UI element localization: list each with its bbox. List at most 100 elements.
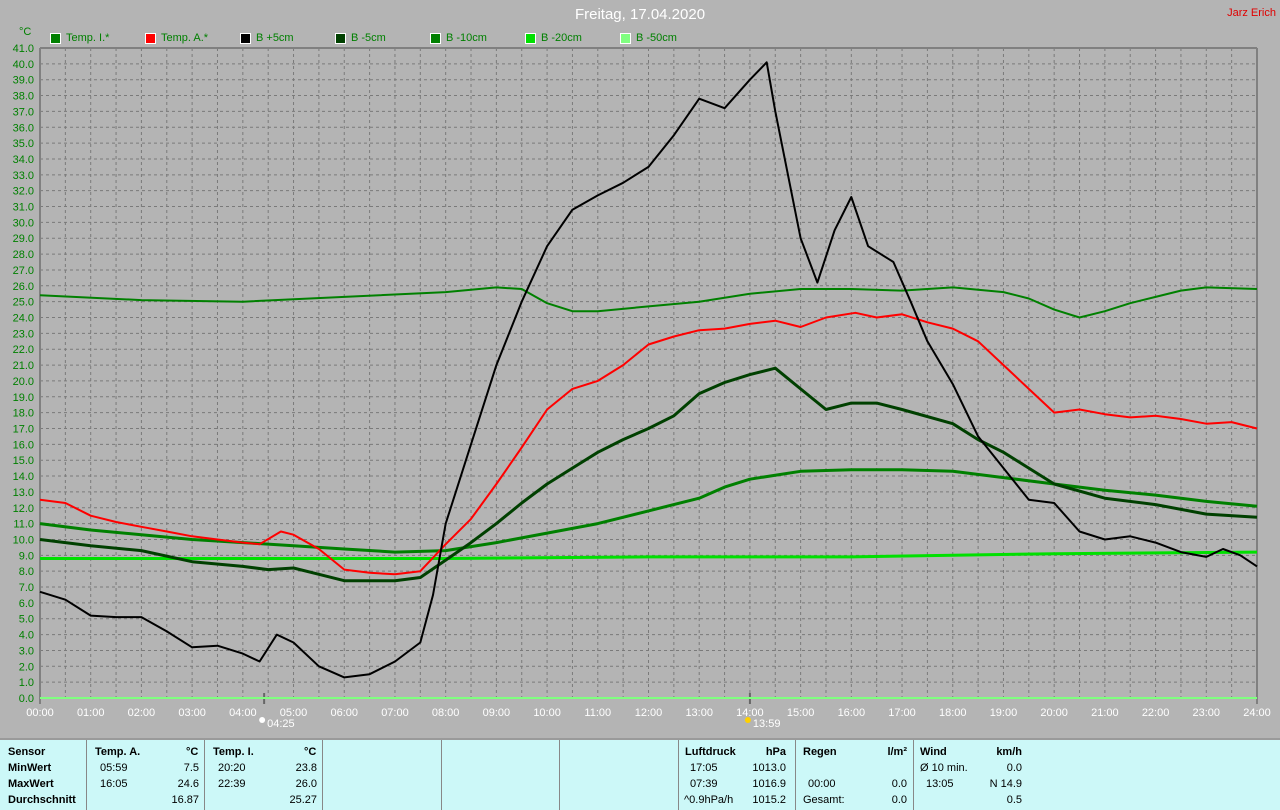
x-tick-label: 18:00 bbox=[939, 707, 967, 719]
y-tick-label: 29.0 bbox=[13, 233, 34, 245]
temp-i-header: Temp. I. bbox=[213, 746, 254, 758]
y-tick-label: 33.0 bbox=[13, 170, 34, 182]
marker-label: 04:25 bbox=[267, 718, 295, 730]
x-tick-label: 23:00 bbox=[1193, 707, 1221, 719]
y-tick-label: 0.0 bbox=[19, 693, 34, 705]
x-tick-label: 11:00 bbox=[584, 707, 611, 719]
y-tick-label: 24.0 bbox=[13, 313, 34, 325]
x-tick-label: 04:00 bbox=[229, 707, 257, 719]
x-tick-label: 20:00 bbox=[1040, 707, 1068, 719]
y-tick-label: 11.0 bbox=[13, 519, 34, 531]
y-tick-label: 1.0 bbox=[19, 677, 34, 689]
y-tick-label: 40.0 bbox=[13, 59, 34, 71]
wind-mean: 0.5 bbox=[1006, 794, 1022, 806]
y-tick-label: 37.0 bbox=[13, 106, 34, 118]
y-tick-label: 30.0 bbox=[13, 217, 34, 229]
rain-value: 0.0 bbox=[891, 778, 907, 790]
x-tick-label: 24:00 bbox=[1243, 707, 1271, 719]
x-tick-label: 22:00 bbox=[1142, 707, 1170, 719]
wind-avg-label: Ø 10 min. bbox=[920, 762, 968, 774]
y-tick-label: 17.0 bbox=[13, 423, 34, 435]
x-tick-label: 00:00 bbox=[26, 707, 54, 719]
wind-avg: 0.0 bbox=[1006, 762, 1022, 774]
x-tick-label: 08:00 bbox=[432, 707, 460, 719]
temp-i-unit: °C bbox=[304, 746, 317, 758]
y-tick-label: 35.0 bbox=[13, 138, 34, 150]
pressure-max: 1016.9 bbox=[752, 778, 786, 790]
sunset-icon bbox=[744, 717, 751, 723]
pressure-trend: ^0.9hPa/h bbox=[684, 794, 734, 806]
x-tick-label: 12:00 bbox=[635, 707, 663, 719]
chart-plot: 0.0 1.0 2.0 3.0 4.0 5.0 6.0 7.0 8.0 9.0 10.0 11.0 12… bbox=[13, 43, 1271, 730]
y-tick-label: 39.0 bbox=[13, 75, 34, 87]
x-tick-label: 02:00 bbox=[128, 707, 156, 719]
x-tick-label: 01:00 bbox=[77, 707, 105, 719]
avg-label: Durchschnitt bbox=[8, 794, 76, 806]
y-tick-label: 21.0 bbox=[13, 360, 34, 372]
wind-max: N 14.9 bbox=[989, 778, 1022, 790]
x-tick-label: 07:00 bbox=[381, 707, 409, 719]
temp-a-avg: 16.87 bbox=[171, 794, 199, 806]
y-tick-label: 28.0 bbox=[13, 249, 34, 261]
y-tick-label: 4.0 bbox=[19, 630, 34, 642]
y-tick-label: 12.0 bbox=[13, 503, 34, 515]
y-tick-label: 38.0 bbox=[13, 91, 34, 103]
wind-header: Wind bbox=[920, 746, 947, 758]
pressure-min: 1013.0 bbox=[752, 762, 786, 774]
y-tick-label: 8.0 bbox=[19, 566, 34, 578]
x-tick-label: 03:00 bbox=[178, 707, 206, 719]
sunrise-icon bbox=[259, 717, 266, 723]
marker-label: 13:59 bbox=[753, 718, 781, 730]
temp-a-min: 7.5 bbox=[183, 762, 199, 774]
y-tick-label: 36.0 bbox=[13, 122, 34, 134]
y-tick-label: 5.0 bbox=[19, 614, 34, 626]
x-tick-label: 09:00 bbox=[483, 707, 511, 719]
x-tick-label: 21:00 bbox=[1091, 707, 1119, 719]
stats-panel: Sensor MinWert MaxWert Durchschnitt Temp… bbox=[0, 738, 1280, 810]
x-tick-label: 17:00 bbox=[888, 707, 916, 719]
pressure-header: Luftdruck bbox=[685, 746, 736, 758]
y-tick-label: 23.0 bbox=[13, 328, 34, 340]
y-tick-label: 9.0 bbox=[19, 550, 34, 562]
temp-i-min-time: 20:20 bbox=[218, 762, 246, 774]
pressure-max-time: 07:39 bbox=[690, 778, 718, 790]
rain-unit: l/m² bbox=[887, 746, 907, 758]
y-tick-label: 13.0 bbox=[13, 487, 34, 499]
y-tick-label: 27.0 bbox=[13, 265, 34, 277]
rain-header: Regen bbox=[803, 746, 837, 758]
pressure-current: 1015.2 bbox=[752, 794, 786, 806]
temp-i-max: 26.0 bbox=[295, 778, 317, 790]
y-tick-label: 15.0 bbox=[13, 455, 34, 467]
y-tick-label: 22.0 bbox=[13, 344, 34, 356]
temp-a-max-time: 16:05 bbox=[100, 778, 128, 790]
temp-a-max: 24.6 bbox=[177, 778, 199, 790]
y-tick-label: 32.0 bbox=[13, 186, 34, 198]
y-tick-label: 16.0 bbox=[13, 439, 34, 451]
y-tick-label: 18.0 bbox=[13, 408, 34, 420]
y-tick-label: 25.0 bbox=[13, 297, 34, 309]
pressure-unit: hPa bbox=[765, 746, 786, 758]
y-tick-label: 20.0 bbox=[13, 376, 34, 388]
weather-chart-window: Freitag, 17.04.2020 Jarz Erich °C Temp. … bbox=[0, 0, 1280, 810]
y-tick-label: 41.0 bbox=[13, 43, 34, 55]
temp-i-avg: 25.27 bbox=[289, 794, 317, 806]
y-tick-label: 34.0 bbox=[13, 154, 34, 166]
temp-a-header: Temp. A. bbox=[95, 746, 141, 758]
series-line-b-plus5cm bbox=[39, 61, 1258, 679]
rain-total-label: Gesamt: bbox=[803, 794, 845, 806]
y-tick-label: 26.0 bbox=[13, 281, 34, 293]
x-tick-label: 19:00 bbox=[990, 707, 1018, 719]
x-tick-label: 10:00 bbox=[533, 707, 561, 719]
x-tick-label: 16:00 bbox=[838, 707, 866, 719]
maxwert-label: MaxWert bbox=[8, 778, 54, 790]
y-tick-label: 19.0 bbox=[13, 392, 34, 404]
y-tick-label: 10.0 bbox=[13, 534, 34, 546]
y-tick-label: 7.0 bbox=[19, 582, 34, 594]
x-tick-label: 15:00 bbox=[787, 707, 815, 719]
y-tick-label: 2.0 bbox=[19, 661, 34, 673]
y-tick-label: 6.0 bbox=[19, 598, 34, 610]
temp-i-max-time: 22:39 bbox=[218, 778, 246, 790]
temp-a-min-time: 05:59 bbox=[100, 762, 128, 774]
x-tick-label: 06:00 bbox=[330, 707, 358, 719]
temp-a-unit: °C bbox=[186, 746, 199, 758]
